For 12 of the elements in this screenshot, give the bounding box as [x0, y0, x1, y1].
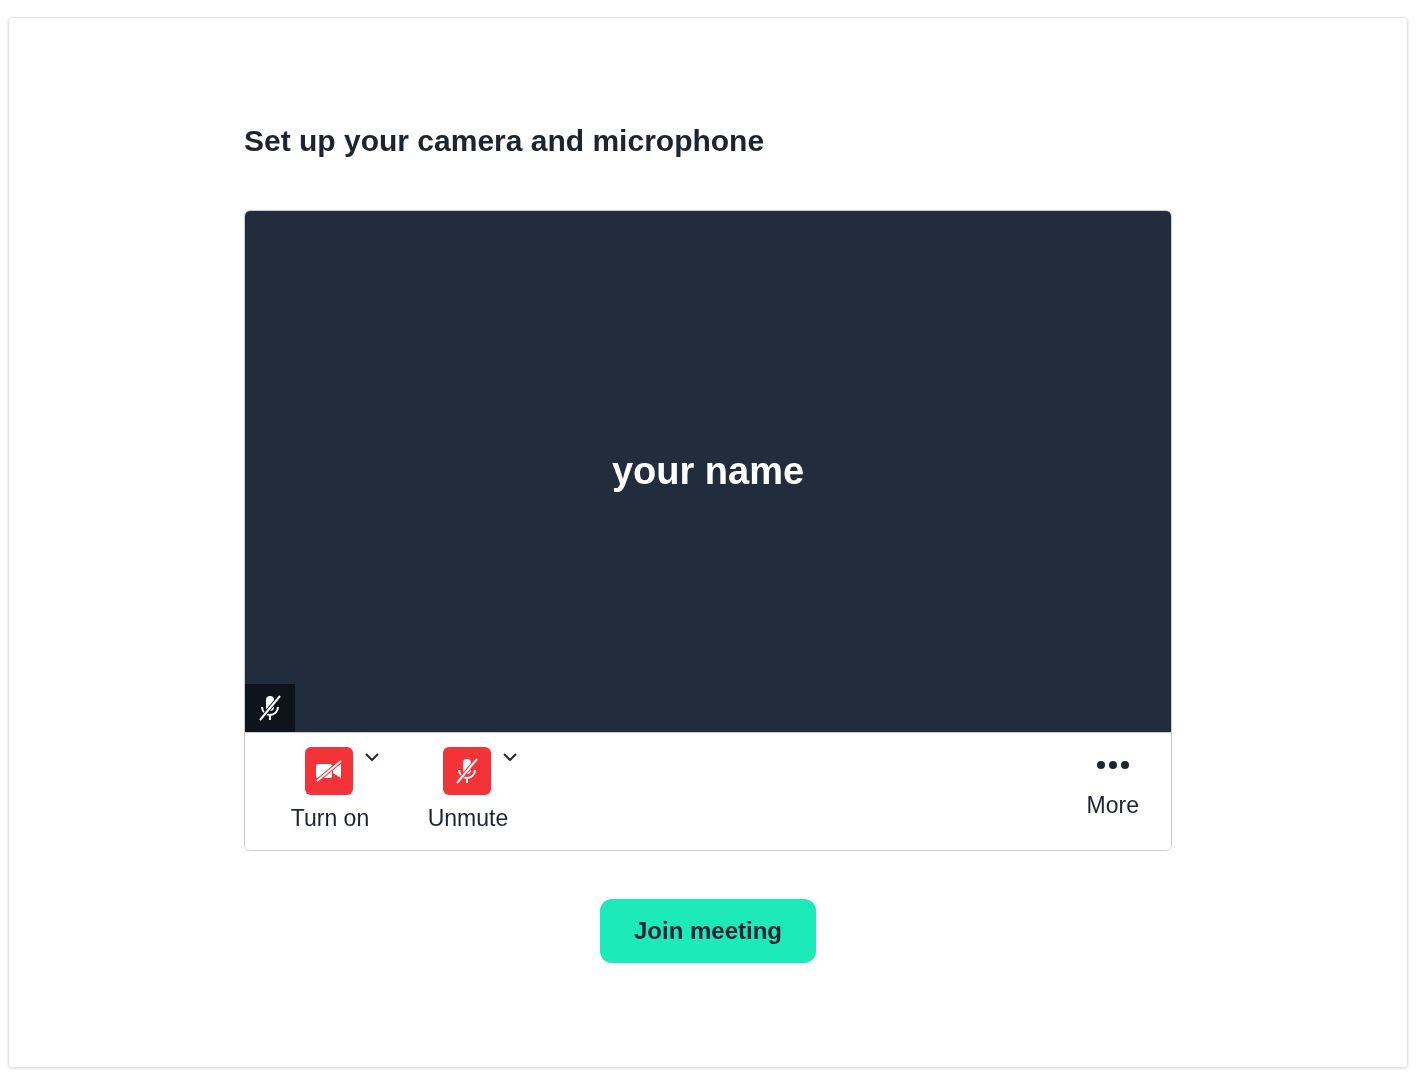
camera-off-icon — [314, 759, 344, 782]
camera-toggle-button[interactable] — [305, 746, 353, 795]
participant-name: your name — [611, 448, 805, 494]
microphone-toggle-button[interactable] — [443, 746, 491, 795]
control-label: Unmute — [427, 803, 509, 833]
chevron-down-icon[interactable] — [503, 752, 517, 762]
page-title: Set up your camera and microphone — [244, 123, 765, 159]
more-icon[interactable] — [1095, 759, 1130, 770]
chevron-down-icon[interactable] — [365, 752, 379, 762]
more-label: More — [1086, 790, 1139, 820]
control-label: Turn on — [290, 803, 370, 833]
join-meeting-button[interactable]: Join meeting — [600, 898, 816, 963]
